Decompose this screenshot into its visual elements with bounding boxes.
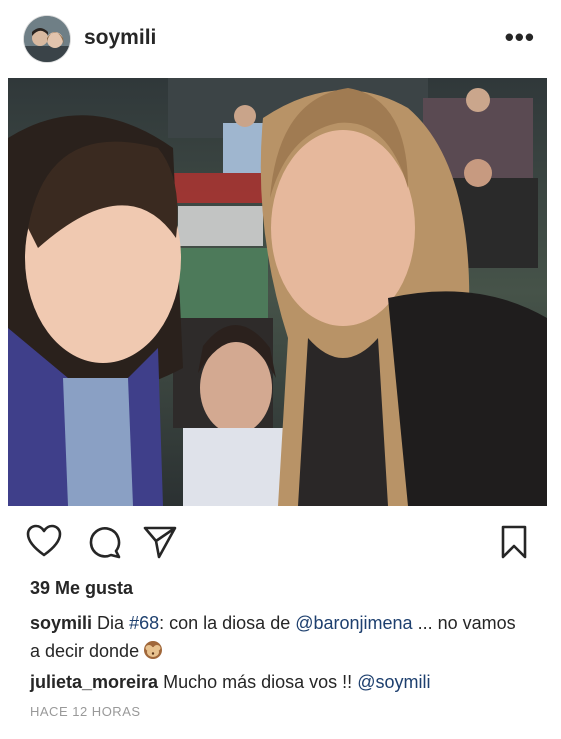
caption-mention[interactable]: @baronjimena [295,613,412,633]
action-bar [0,518,561,566]
caption-username[interactable]: soymili [30,613,92,633]
comment-mention[interactable]: @soymili [357,672,430,692]
avatar-image [24,16,70,62]
comment-username[interactable]: julieta_moreira [30,672,158,692]
post-header: soymili ••• [0,0,561,78]
send-icon[interactable] [142,524,178,560]
bookmark-icon[interactable] [500,524,528,560]
comment-text: Mucho más diosa vos !! [163,672,353,692]
likes-count[interactable]: 39 Me gusta [30,578,133,599]
post-timestamp[interactable]: HACE 12 HORAS [30,704,141,719]
see-no-evil-monkey-emoji [144,641,163,659]
caption-text-middle: : con la diosa de [159,613,291,633]
comment-row: julieta_moreira Mucho más diosa vos !! @… [30,669,550,695]
caption-text-before: Dia [97,613,125,633]
avatar[interactable] [24,16,70,62]
heart-icon[interactable] [26,524,62,558]
post-caption: soymili Dia #68: con la diosa de @baronj… [30,609,530,665]
post-photo[interactable] [8,78,547,506]
caption-hashtag[interactable]: #68 [129,613,159,633]
selfie-photo [8,78,547,506]
comment-icon[interactable] [86,524,122,560]
more-horizontal-icon[interactable]: ••• [505,22,535,53]
post-username[interactable]: soymili [84,26,156,50]
